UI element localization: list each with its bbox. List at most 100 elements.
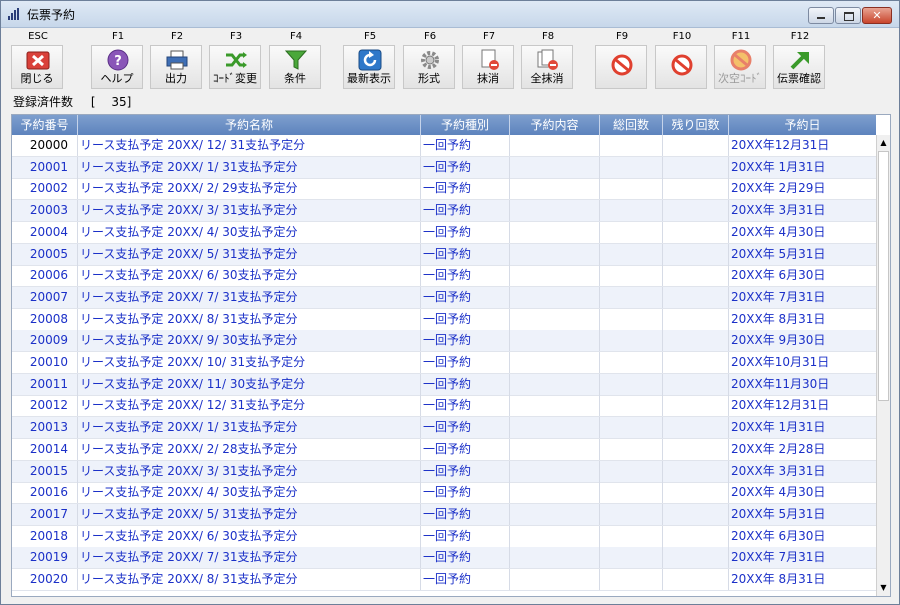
cell-date[interactable]: 20XX年 1月31日 xyxy=(729,417,876,438)
f3-code-change-button[interactable]: F3 ｺｰﾄﾞ変更 xyxy=(207,31,265,89)
column-header-name[interactable]: 予約名称 xyxy=(78,115,421,135)
cell-type[interactable]: 一回予約 xyxy=(421,352,510,373)
table-row[interactable]: 20008 リース支払予定 20XX/ 8/ 31支払予定分 一回予約 20XX年 8… xyxy=(12,308,876,331)
cell-type[interactable]: 一回予約 xyxy=(421,243,510,265)
cell-total-count[interactable] xyxy=(600,482,663,504)
cell-date[interactable]: 20XX年 8月31日 xyxy=(729,309,876,330)
cell-name[interactable]: リース支払予定 20XX/ 9/ 30支払予定分 xyxy=(78,330,421,352)
cell-content[interactable] xyxy=(510,243,600,265)
cell-date[interactable]: 20XX年 6月30日 xyxy=(729,526,876,547)
f9-button[interactable]: F9 xyxy=(593,31,651,89)
cell-total-count[interactable] xyxy=(600,200,663,222)
table-row[interactable]: 20004 リース支払予定 20XX/ 4/ 30支払予定分 一回予約 20XX年 4… xyxy=(12,221,876,244)
cell-number[interactable]: 20007 xyxy=(12,286,78,308)
cell-remaining-count[interactable] xyxy=(663,243,729,265)
cell-number[interactable]: 20003 xyxy=(12,200,78,222)
cell-number[interactable]: 20014 xyxy=(12,438,78,460)
column-header-remaining-count[interactable]: 残り回数 xyxy=(663,115,729,135)
cell-remaining-count[interactable] xyxy=(663,460,729,482)
cell-date[interactable]: 20XX年 3月31日 xyxy=(729,461,876,482)
cell-date[interactable]: 20XX年 8月31日 xyxy=(729,569,876,590)
table-row[interactable]: 20001 リース支払予定 20XX/ 1/ 31支払予定分 一回予約 20XX年 1… xyxy=(12,156,876,179)
cell-total-count[interactable] xyxy=(600,330,663,352)
cell-date[interactable]: 20XX年11月30日 xyxy=(729,374,876,395)
cell-type[interactable]: 一回予約 xyxy=(421,417,510,439)
cell-name[interactable]: リース支払予定 20XX/ 7/ 31支払予定分 xyxy=(78,547,421,569)
cell-name[interactable]: リース支払予定 20XX/ 6/ 30支払予定分 xyxy=(78,525,421,547)
cell-total-count[interactable] xyxy=(600,135,663,156)
cell-total-count[interactable] xyxy=(600,395,663,417)
cell-total-count[interactable] xyxy=(600,156,663,178)
cell-name[interactable]: リース支払予定 20XX/ 3/ 31支払予定分 xyxy=(78,200,421,222)
cell-number[interactable]: 20011 xyxy=(12,373,78,395)
cell-remaining-count[interactable] xyxy=(663,286,729,308)
cell-type[interactable]: 一回予約 xyxy=(421,286,510,308)
f2-output-button[interactable]: F2 出力 xyxy=(148,31,206,89)
cell-total-count[interactable] xyxy=(600,547,663,569)
cell-name[interactable]: リース支払予定 20XX/ 12/ 31支払予定分 xyxy=(78,135,421,156)
button-face[interactable]: 全抹消 xyxy=(521,45,573,89)
table-row[interactable]: 20005 リース支払予定 20XX/ 5/ 31支払予定分 一回予約 20XX年 5… xyxy=(12,243,876,266)
column-header-content[interactable]: 予約内容 xyxy=(510,115,600,135)
cell-type[interactable]: 一回予約 xyxy=(421,156,510,178)
cell-number[interactable]: 20000 xyxy=(12,135,78,156)
button-face[interactable] xyxy=(595,45,647,89)
cell-date[interactable]: 20XX年 6月30日 xyxy=(729,265,876,286)
title-bar[interactable]: 伝票予約 ✕ xyxy=(1,1,899,28)
cell-content[interactable] xyxy=(510,308,600,330)
scroll-up-arrow-icon[interactable]: ▲ xyxy=(878,136,889,150)
table-row[interactable]: 20014 リース支払予定 20XX/ 2/ 28支払予定分 一回予約 20XX年 2… xyxy=(12,438,876,461)
vertical-scrollbar[interactable]: ▲ ▼ xyxy=(876,135,890,596)
cell-remaining-count[interactable] xyxy=(663,156,729,178)
cell-name[interactable]: リース支払予定 20XX/ 6/ 30支払予定分 xyxy=(78,265,421,287)
cell-remaining-count[interactable] xyxy=(663,135,729,156)
cell-remaining-count[interactable] xyxy=(663,525,729,547)
cell-number[interactable]: 20010 xyxy=(12,352,78,373)
cell-name[interactable]: リース支払予定 20XX/ 2/ 28支払予定分 xyxy=(78,438,421,460)
table-row[interactable]: 20010 リース支払予定 20XX/ 10/ 31支払予定分 一回予約 20XX年1… xyxy=(12,352,876,374)
cell-date[interactable]: 20XX年 5月31日 xyxy=(729,244,876,265)
cell-number[interactable]: 20005 xyxy=(12,243,78,265)
cell-number[interactable]: 20016 xyxy=(12,482,78,504)
table-row[interactable]: 20020 リース支払予定 20XX/ 8/ 31支払予定分 一回予約 20XX年 8… xyxy=(12,569,876,591)
button-face[interactable]: ? ヘルプ xyxy=(91,45,143,89)
cell-name[interactable]: リース支払予定 20XX/ 12/ 31支払予定分 xyxy=(78,395,421,417)
cell-content[interactable] xyxy=(510,178,600,200)
cell-content[interactable] xyxy=(510,417,600,439)
cell-total-count[interactable] xyxy=(600,525,663,547)
cell-total-count[interactable] xyxy=(600,221,663,243)
cell-number[interactable]: 20017 xyxy=(12,503,78,525)
table-row[interactable]: 20009 リース支払予定 20XX/ 9/ 30支払予定分 一回予約 20XX年 9… xyxy=(12,330,876,353)
cell-name[interactable]: リース支払予定 20XX/ 1/ 31支払予定分 xyxy=(78,156,421,178)
maximize-button[interactable] xyxy=(835,7,861,24)
cell-remaining-count[interactable] xyxy=(663,417,729,439)
table-row[interactable]: 20006 リース支払予定 20XX/ 6/ 30支払予定分 一回予約 20XX年 6… xyxy=(12,265,876,288)
cell-number[interactable]: 20009 xyxy=(12,330,78,352)
cell-content[interactable] xyxy=(510,395,600,417)
cell-content[interactable] xyxy=(510,460,600,482)
cell-total-count[interactable] xyxy=(600,373,663,395)
cell-content[interactable] xyxy=(510,352,600,373)
esc-close-button[interactable]: ESC 閉じる xyxy=(9,31,67,89)
cell-number[interactable]: 20004 xyxy=(12,221,78,243)
cell-remaining-count[interactable] xyxy=(663,373,729,395)
cell-content[interactable] xyxy=(510,569,600,590)
cell-name[interactable]: リース支払予定 20XX/ 4/ 30支払予定分 xyxy=(78,221,421,243)
cell-name[interactable]: リース支払予定 20XX/ 8/ 31支払予定分 xyxy=(78,569,421,590)
cell-total-count[interactable] xyxy=(600,265,663,287)
button-face[interactable] xyxy=(655,45,707,89)
cell-content[interactable] xyxy=(510,330,600,352)
close-window-button[interactable]: ✕ xyxy=(862,7,892,24)
cell-remaining-count[interactable] xyxy=(663,438,729,460)
cell-total-count[interactable] xyxy=(600,569,663,590)
cell-total-count[interactable] xyxy=(600,352,663,373)
f10-button[interactable]: F10 xyxy=(653,31,711,89)
cell-type[interactable]: 一回予約 xyxy=(421,438,510,460)
table-row[interactable]: 20000 リース支払予定 20XX/ 12/ 31支払予定分 一回予約 20XX年1… xyxy=(12,135,876,157)
cell-content[interactable] xyxy=(510,503,600,525)
cell-remaining-count[interactable] xyxy=(663,265,729,287)
cell-total-count[interactable] xyxy=(600,503,663,525)
cell-date[interactable]: 20XX年 3月31日 xyxy=(729,200,876,221)
cell-remaining-count[interactable] xyxy=(663,352,729,373)
button-face[interactable]: 伝票確認 xyxy=(773,45,825,89)
